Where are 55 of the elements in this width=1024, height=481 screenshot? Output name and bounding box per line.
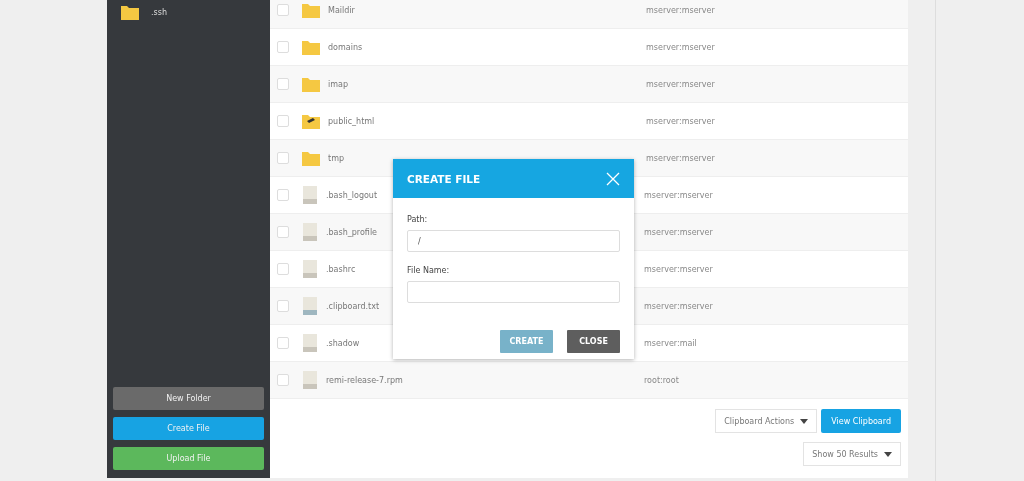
results-per-page-dropdown[interactable]: Show 50 Results <box>803 442 901 466</box>
file-name[interactable]: imap <box>328 79 646 89</box>
dialog-button[interactable]: CLOSE <box>567 330 620 353</box>
file-name[interactable]: public_html <box>328 116 646 126</box>
folder-icon <box>302 39 320 55</box>
caret-icon <box>884 451 892 457</box>
field-label: File Name: <box>407 266 451 275</box>
file-owner: root:root <box>644 375 679 385</box>
folder-icon <box>302 2 320 18</box>
file-owner: mserver:mserver <box>646 153 715 163</box>
file-name[interactable]: tmp <box>328 153 646 163</box>
sidebar-button[interactable]: New Folder <box>113 387 264 410</box>
row-checkbox[interactable] <box>277 226 289 238</box>
file-owner: mserver:mserver <box>646 79 715 89</box>
folder-icon <box>302 150 320 166</box>
tree-item[interactable]: .ssh <box>151 7 167 17</box>
file-owner: mserver:mail <box>644 338 697 348</box>
sidebar-button[interactable]: Create File <box>113 417 264 440</box>
row-checkbox[interactable] <box>277 152 289 164</box>
row-checkbox[interactable] <box>277 115 289 127</box>
view-clipboard-button[interactable]: View Clipboard <box>821 409 901 433</box>
file-owner: mserver:mserver <box>644 227 713 237</box>
row-checkbox[interactable] <box>277 189 289 201</box>
input-field[interactable]: / <box>407 230 620 252</box>
row-checkbox[interactable] <box>277 4 289 16</box>
web-folder-icon <box>302 113 320 129</box>
file-owner: mserver:mserver <box>646 5 715 15</box>
field-label: Path: <box>407 215 429 224</box>
file-icon <box>302 334 318 352</box>
folder-icon <box>121 4 139 20</box>
caret-icon <box>800 418 809 424</box>
row-checkbox[interactable] <box>277 300 289 312</box>
file-name[interactable]: Maildir <box>328 5 646 15</box>
file-icon <box>302 371 318 389</box>
input-field[interactable] <box>407 281 620 303</box>
row-checkbox[interactable] <box>277 374 289 386</box>
file-owner: mserver:mserver <box>644 190 713 200</box>
folder-icon <box>302 76 320 92</box>
row-checkbox[interactable] <box>277 263 289 275</box>
close-icon[interactable] <box>606 171 620 186</box>
file-icon <box>302 260 318 278</box>
file-icon <box>302 297 318 315</box>
file-owner: mserver:mserver <box>646 116 715 126</box>
row-checkbox[interactable] <box>277 41 289 53</box>
file-name[interactable]: remi-release-7.rpm <box>326 375 644 385</box>
row-checkbox[interactable] <box>277 337 289 349</box>
row-checkbox[interactable] <box>277 78 289 90</box>
file-owner: mserver:mserver <box>644 301 713 311</box>
file-icon <box>302 186 318 204</box>
file-icon <box>302 223 318 241</box>
file-owner: mserver:mserver <box>644 264 713 274</box>
clipboard-actions-dropdown[interactable]: Clipboard Actions <box>715 409 818 433</box>
file-owner: mserver:mserver <box>646 42 715 52</box>
dialog-title: CREATE FILE <box>407 172 481 185</box>
file-name[interactable]: domains <box>328 42 646 52</box>
